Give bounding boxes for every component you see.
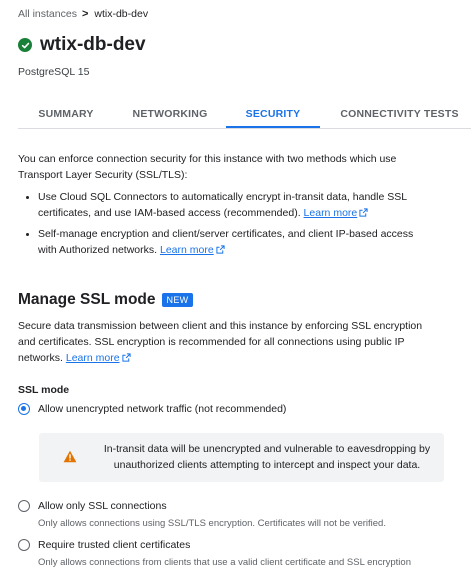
tab-networking[interactable]: NETWORKING [122,100,218,127]
ssl-desc-line-1: Secure data transmission between client … [18,320,423,332]
radio-label: Require trusted client certificates [38,539,191,551]
ssl-description: Secure data transmission between client … [18,318,463,366]
external-link-icon [121,353,131,362]
learn-more-connectors-link[interactable]: Learn more [304,207,358,219]
breadcrumb-separator: > [81,8,89,20]
bullet-2-line-1: Self-manage encryption and client/server… [38,228,414,240]
warning-line-2: unauthorized clients attempting to inter… [113,459,421,471]
radio-button-checked[interactable] [18,403,30,415]
radio-help-text: Only allows connections using SSL/TLS en… [38,518,386,529]
instance-version: PostgreSQL 15 [18,66,90,78]
learn-more-ssl-link[interactable]: Learn more [66,352,120,364]
tab-connectivity-tests[interactable]: CONNECTIVITY TESTS [328,100,471,127]
ssl-desc-line-3: networks. [18,352,63,364]
intro-line-2: Transport Layer Security (SSL/TLS): [18,169,188,181]
new-badge: NEW [161,293,194,307]
tab-bar: SUMMARY NETWORKING SECURITY CONNECTIVITY… [18,100,471,129]
ssl-section-header: Manage SSL mode NEW [18,291,194,309]
breadcrumb: All instances > wtix-db-dev [18,8,148,20]
radio-button[interactable] [18,500,30,512]
radio-button[interactable] [18,539,30,551]
warning-line-1: In-transit data will be unencrypted and … [103,443,431,455]
list-item: Self-manage encryption and client/server… [24,226,454,258]
radio-allow-unencrypted[interactable]: Allow unencrypted network traffic (not r… [18,403,286,415]
ssl-desc-line-2: and certificates. SSL encryption is reco… [18,336,405,348]
tab-summary[interactable]: SUMMARY [18,100,114,127]
tab-security[interactable]: SECURITY [226,100,320,128]
security-intro: You can enforce connection security for … [18,151,458,183]
external-link-icon [359,208,368,217]
bullet-1-line-1: Use Cloud SQL Connectors to automaticall… [38,191,408,203]
ssl-mode-label: SSL mode [18,384,70,396]
connection-methods-list: Use Cloud SQL Connectors to automaticall… [24,189,454,263]
intro-line-1: You can enforce connection security for … [18,153,397,165]
learn-more-authorized-networks-link[interactable]: Learn more [160,244,214,256]
radio-label: Allow unencrypted network traffic (not r… [38,403,287,415]
radio-allow-only-ssl[interactable]: Allow only SSL connections [18,500,167,512]
bullet-1-line-2: certificates, and use IAM-based access (… [38,207,301,219]
external-link-icon [216,245,225,254]
breadcrumb-current: wtix-db-dev [94,8,149,20]
radio-require-client-certificates[interactable]: Require trusted client certificates [18,539,190,551]
breadcrumb-all-instances-link[interactable]: All instances [18,8,77,20]
status-ok-icon [18,38,32,52]
warning-icon [63,450,77,463]
warning-text: In-transit data will be unencrypted and … [97,441,437,473]
bullet-2-line-2: with Authorized networks. [38,244,158,256]
warning-banner: In-transit data will be unencrypted and … [39,433,444,482]
ssl-section-title: Manage SSL mode [18,291,156,308]
page-title: wtix-db-dev [40,34,146,55]
page-header: wtix-db-dev [18,34,146,56]
list-item: Use Cloud SQL Connectors to automaticall… [24,189,454,221]
radio-label: Allow only SSL connections [38,500,167,512]
radio-help-text: Only allows connections from clients tha… [38,557,411,568]
